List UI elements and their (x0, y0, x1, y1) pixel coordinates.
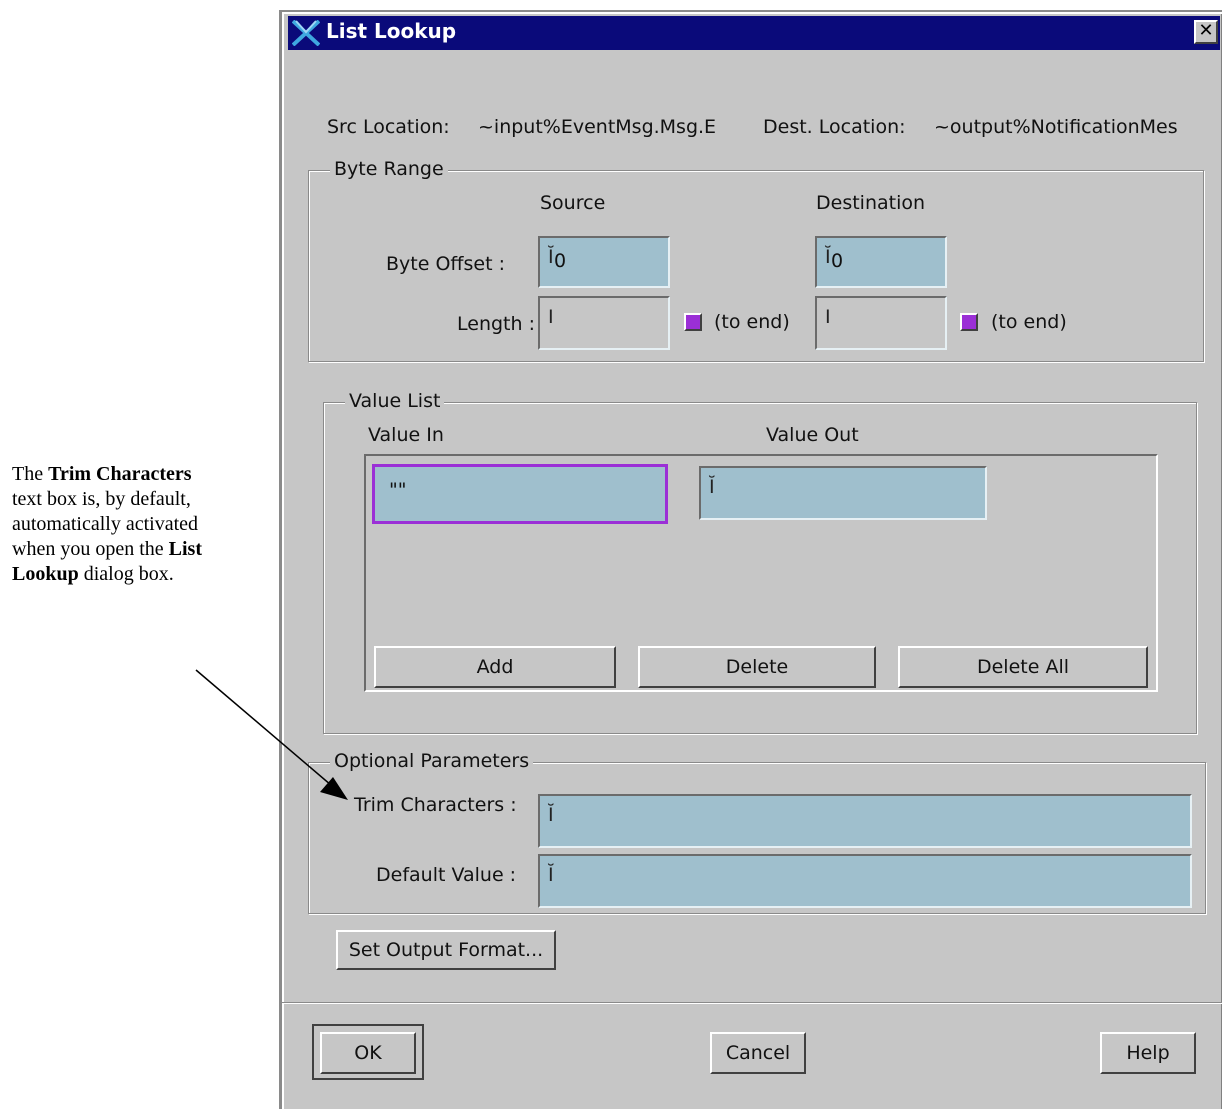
cancel-button[interactable]: Cancel (710, 1032, 806, 1074)
button-separator (282, 1002, 1222, 1004)
source-length-field[interactable]: I (538, 296, 670, 350)
source-to-end-checkbox[interactable] (684, 313, 702, 331)
destination-header: Destination (816, 192, 926, 214)
value-list-title: Value List (345, 390, 445, 412)
byte-offset-label: Byte Offset : (386, 253, 505, 275)
text-caret-icon: Ĭ (548, 804, 554, 826)
annotation-callout: The Trim Characters text box is, by defa… (12, 462, 222, 587)
dialog-title: List Lookup (326, 19, 457, 43)
close-icon: ✕ (1198, 20, 1214, 41)
length-label: Length : (457, 313, 535, 335)
add-button[interactable]: Add (374, 646, 616, 688)
src-location-label: Src Location: (327, 116, 450, 138)
default-value-label: Default Value : (376, 864, 517, 886)
close-button[interactable]: ✕ (1194, 20, 1218, 44)
annotation-text: The (12, 463, 49, 485)
text-caret-icon: Ĭ (825, 246, 831, 268)
dest-byte-offset-field[interactable]: Ĭ 0 (815, 236, 947, 288)
title-bar[interactable]: List Lookup ✕ (288, 16, 1220, 50)
optional-parameters-title: Optional Parameters (330, 750, 534, 772)
text-caret-icon: Ĭ (548, 246, 554, 268)
delete-all-button[interactable]: Delete All (898, 646, 1148, 688)
text-caret-icon: I (825, 306, 831, 328)
text-caret-icon: Ĭ (548, 864, 554, 886)
app-x-icon (292, 20, 320, 46)
value-in-header: Value In (368, 424, 444, 446)
help-button[interactable]: Help (1100, 1032, 1196, 1074)
delete-button[interactable]: Delete (638, 646, 876, 688)
annotation-text: dialog box. (78, 563, 174, 585)
trim-characters-field[interactable]: Ĭ (538, 794, 1192, 848)
text-caret-icon: Ĭ (709, 476, 715, 498)
dest-to-end-checkbox[interactable] (960, 313, 978, 331)
source-byte-offset-field[interactable]: Ĭ 0 (538, 236, 670, 288)
src-location-value: ~input%EventMsg.Msg.E (478, 116, 717, 138)
byte-range-title: Byte Range (330, 158, 448, 180)
dest-location-label: Dest. Location: (763, 116, 906, 138)
dest-length-field[interactable]: I (815, 296, 947, 350)
source-to-end-label: (to end) (714, 311, 790, 333)
trim-characters-label: Trim Characters : (354, 794, 517, 816)
dest-location-value: ~output%NotificationMes (934, 116, 1178, 138)
dest-to-end-label: (to end) (991, 311, 1067, 333)
value-in-field[interactable]: "" (372, 464, 668, 524)
value-out-field[interactable]: Ĭ (699, 466, 987, 520)
annotation-bold-text: Trim Characters (48, 463, 192, 485)
set-output-format-button[interactable]: Set Output Format... (336, 930, 556, 970)
value-out-header: Value Out (766, 424, 859, 446)
ok-button[interactable]: OK (320, 1032, 416, 1074)
default-value-field[interactable]: Ĭ (538, 854, 1192, 908)
source-header: Source (540, 192, 606, 214)
text-caret-icon: I (548, 306, 554, 328)
